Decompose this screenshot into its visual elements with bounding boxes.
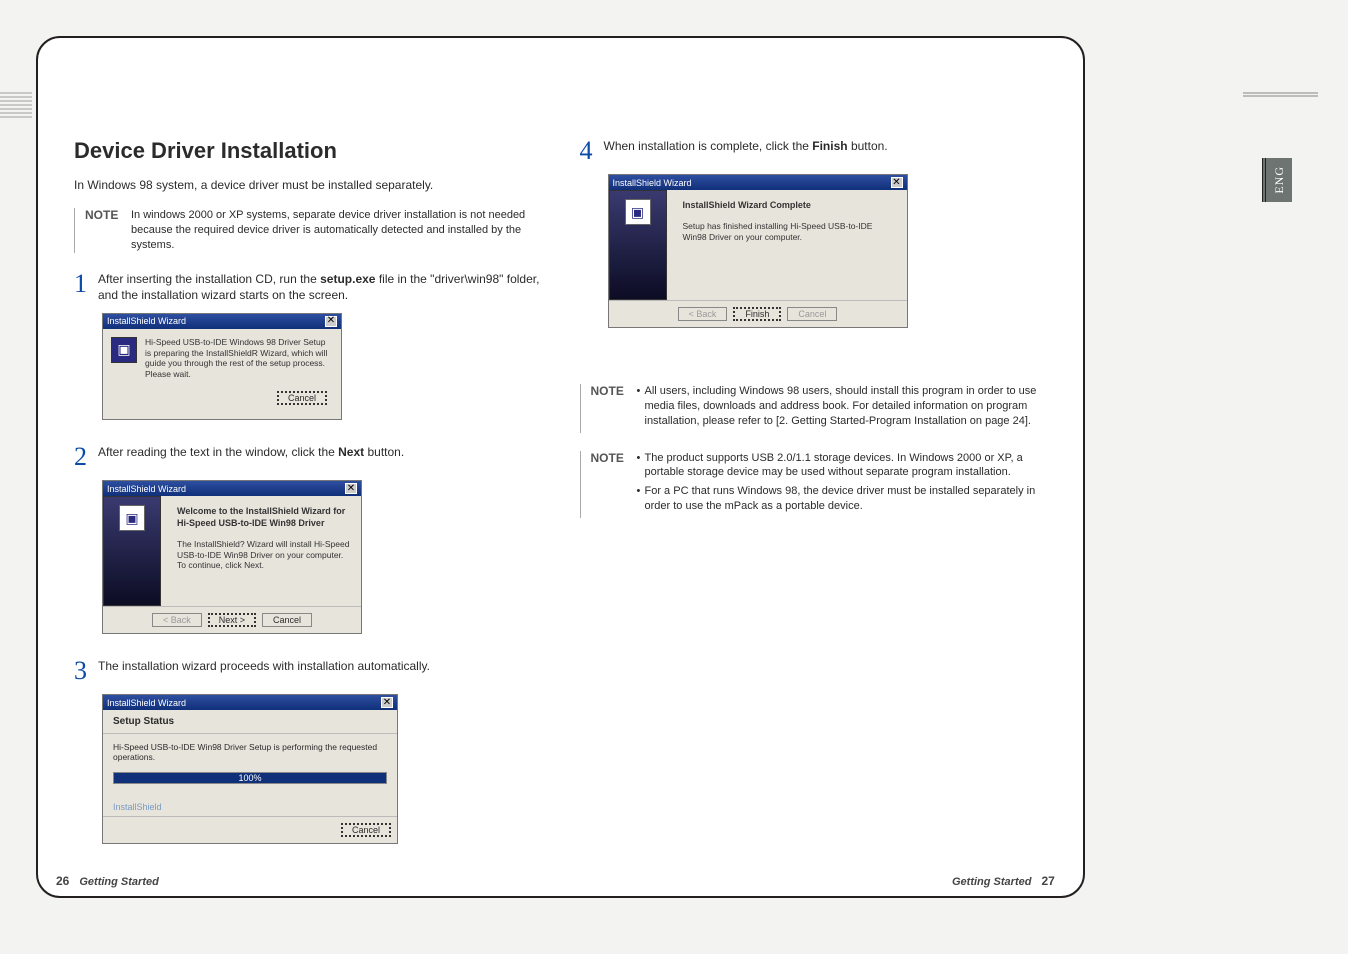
note-label: NOTE <box>85 208 121 253</box>
step-text: After reading the text in the window, cl… <box>98 444 542 470</box>
note-label: NOTE <box>591 451 627 518</box>
note-box-2: NOTE The product supports USB 2.0/1.1 st… <box>580 451 1048 518</box>
step-number: 4 <box>580 138 604 164</box>
wizard-window-welcome: InstallShield Wizard ✕ ▣ Welcome to the … <box>102 480 362 634</box>
wizard-titlebar: InstallShield Wizard ✕ <box>609 175 907 190</box>
next-button[interactable]: Next > <box>208 613 256 627</box>
progress-bar: 100% <box>113 772 387 784</box>
button-name: Finish <box>812 139 847 153</box>
close-icon[interactable]: ✕ <box>381 697 393 708</box>
step-number: 2 <box>74 444 98 470</box>
wizard-title: InstallShield Wizard <box>107 484 186 494</box>
text: After reading the text in the window, cl… <box>98 445 338 459</box>
wizard-complete-heading: InstallShield Wizard Complete <box>683 200 899 211</box>
cancel-button: Cancel <box>787 307 837 321</box>
wizard-titlebar: InstallShield Wizard ✕ <box>103 481 361 496</box>
step-1: 1 After inserting the installation CD, r… <box>74 271 542 303</box>
note-item: The product supports USB 2.0/1.1 storage… <box>637 451 1048 481</box>
cancel-button[interactable]: Cancel <box>341 823 391 837</box>
close-icon[interactable]: ✕ <box>891 177 903 188</box>
filename: setup.exe <box>320 272 375 286</box>
step-text: After inserting the installation CD, run… <box>98 271 542 303</box>
page-number: 26 <box>56 874 69 888</box>
back-button: < Back <box>678 307 728 321</box>
note-box-top: NOTE In windows 2000 or XP systems, sepa… <box>74 208 542 253</box>
language-tab: ENG <box>1262 158 1292 202</box>
right-page: 4 When installation is complete, click t… <box>580 138 1048 848</box>
close-icon[interactable]: ✕ <box>325 316 337 327</box>
wizard-title: InstallShield Wizard <box>613 178 692 188</box>
progress-value: 100% <box>114 773 386 783</box>
note-label: NOTE <box>591 384 627 433</box>
footer-right: Getting Started 27 <box>952 874 1055 888</box>
status-line: Hi-Speed USB-to-IDE Win98 Driver Setup i… <box>113 742 387 762</box>
installshield-brand: InstallShield <box>103 798 397 816</box>
close-icon[interactable]: ✕ <box>345 483 357 494</box>
intro-text: In Windows 98 system, a device driver mu… <box>74 178 542 192</box>
text: After inserting the installation CD, run… <box>98 272 320 286</box>
page-number: 27 <box>1041 874 1054 888</box>
footer-left: 26 Getting Started <box>56 874 159 888</box>
language-label: ENG <box>1272 166 1287 194</box>
step-text: The installation wizard proceeds with in… <box>98 658 542 684</box>
wizard-window-preparing: InstallShield Wizard ✕ ▣ Hi-Speed USB-to… <box>102 313 342 421</box>
note-item: For a PC that runs Windows 98, the devic… <box>637 484 1048 514</box>
wizard-titlebar: InstallShield Wizard ✕ <box>103 695 397 710</box>
wizard-complete-body: Setup has finished installing Hi-Speed U… <box>683 221 899 242</box>
wizard-title: InstallShield Wizard <box>107 316 186 326</box>
step-4: 4 When installation is complete, click t… <box>580 138 1048 164</box>
step-number: 1 <box>74 271 98 303</box>
note-box-1: NOTE All users, including Windows 98 use… <box>580 384 1048 433</box>
button-name: Next <box>338 445 364 459</box>
finish-button[interactable]: Finish <box>733 307 781 321</box>
text: button. <box>848 139 888 153</box>
step-text: When installation is complete, click the… <box>604 138 1048 164</box>
page-title: Device Driver Installation <box>74 138 542 164</box>
wizard-side-graphic: ▣ <box>609 190 667 300</box>
wizard-window-complete: InstallShield Wizard ✕ ▣ InstallShield W… <box>608 174 908 328</box>
note-item: All users, including Windows 98 users, s… <box>637 384 1048 429</box>
text: button. <box>364 445 404 459</box>
wizard-welcome-heading: Welcome to the InstallShield Wizard for … <box>177 506 353 529</box>
setup-status-heading: Setup Status <box>103 710 397 734</box>
wizard-preparing-text: Hi-Speed USB-to-IDE Windows 98 Driver Se… <box>145 337 333 380</box>
step-3: 3 The installation wizard proceeds with … <box>74 658 542 684</box>
section-name: Getting Started <box>79 876 158 888</box>
wizard-side-graphic: ▣ <box>103 496 161 606</box>
wizard-window-progress: InstallShield Wizard ✕ Setup Status Hi-S… <box>102 694 398 844</box>
left-page: Device Driver Installation In Windows 98… <box>74 138 542 848</box>
cancel-button[interactable]: Cancel <box>262 613 312 627</box>
binding-decor-right <box>1243 92 1318 112</box>
cancel-button[interactable]: Cancel <box>277 391 327 405</box>
section-name: Getting Started <box>952 876 1031 888</box>
installer-icon: ▣ <box>111 337 137 363</box>
step-number: 3 <box>74 658 98 684</box>
step-2: 2 After reading the text in the window, … <box>74 444 542 470</box>
wizard-welcome-body: The InstallShield? Wizard will install H… <box>177 539 353 571</box>
note-body: In windows 2000 or XP systems, separate … <box>131 208 542 253</box>
back-button: < Back <box>152 613 202 627</box>
binding-decor-left <box>0 92 32 118</box>
page-spread: Device Driver Installation In Windows 98… <box>36 36 1085 898</box>
wizard-title: InstallShield Wizard <box>107 698 186 708</box>
text: When installation is complete, click the <box>604 139 813 153</box>
wizard-titlebar: InstallShield Wizard ✕ <box>103 314 341 329</box>
